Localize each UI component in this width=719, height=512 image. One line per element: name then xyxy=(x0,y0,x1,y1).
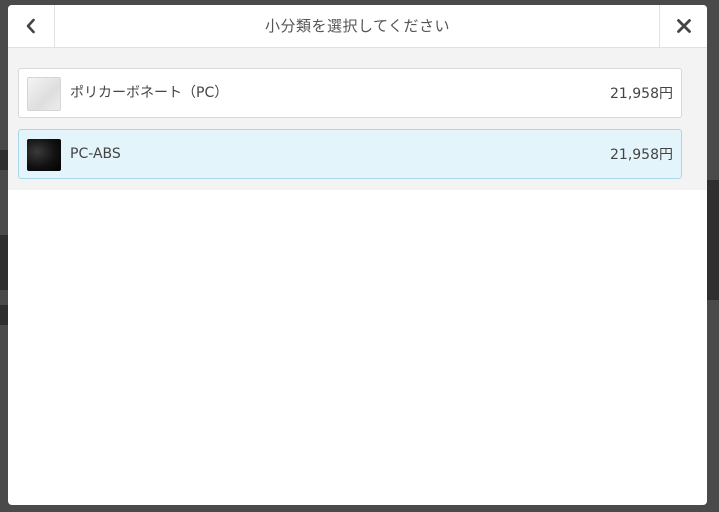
list-item-pc-abs[interactable]: PC-ABS 21,958円 xyxy=(18,129,682,179)
item-price: 21,958円 xyxy=(610,86,673,102)
item-name: ポリカーボネート（PC） xyxy=(70,85,229,101)
chevron-left-icon xyxy=(26,18,35,34)
back-button[interactable] xyxy=(8,5,55,47)
subcategory-modal: 小分類を選択してください ポリカーボネート（PC） 21,958円 PC-ABS… xyxy=(8,5,707,505)
list-item-polycarbonate[interactable]: ポリカーボネート（PC） 21,958円 xyxy=(18,68,682,118)
item-price: 21,958円 xyxy=(610,147,673,163)
modal-header: 小分類を選択してください xyxy=(8,5,707,48)
item-thumbnail xyxy=(27,77,61,111)
close-button[interactable] xyxy=(659,5,707,47)
modal-title: 小分類を選択してください xyxy=(264,17,451,35)
subcategory-list: ポリカーボネート（PC） 21,958円 PC-ABS 21,958円 xyxy=(8,48,707,190)
item-name: PC-ABS xyxy=(70,146,121,162)
close-icon xyxy=(676,19,691,33)
backdrop-shape xyxy=(707,180,719,300)
item-thumbnail xyxy=(27,139,61,171)
